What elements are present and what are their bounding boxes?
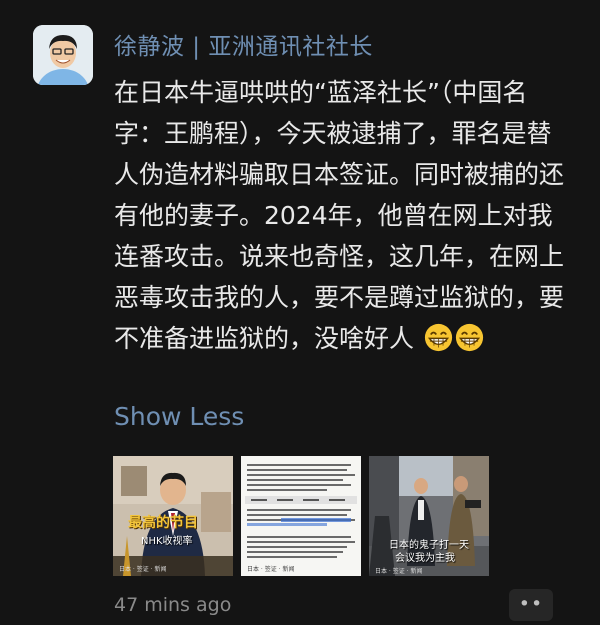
show-less-link[interactable]: Show Less xyxy=(114,402,244,431)
more-dots-icon: •• xyxy=(518,593,544,615)
more-options-button[interactable]: •• xyxy=(509,589,553,621)
image-1-footer: 日本 · 签证 · 新闻 xyxy=(119,566,167,573)
avatar-portrait-icon xyxy=(33,25,93,85)
image-2-footer: 日本 · 签证 · 新闻 xyxy=(247,566,295,573)
grinning-face-icon xyxy=(455,323,484,352)
image-3-footer: 日本 · 签证 · 新闻 xyxy=(375,568,423,575)
post-timestamp: 47 mins ago xyxy=(114,594,232,616)
post-image-1[interactable]: 最高的节目 NHK收视率 日本 · 签证 · 新闻 xyxy=(113,456,233,576)
grinning-face-icon xyxy=(424,323,453,352)
author-name[interactable]: 徐静波 | 亚洲通讯社社长 xyxy=(114,27,373,61)
post-text: 在日本牛逼哄哄的“蓝泽社长”（中国名字：王鹏程），今天被逮捕了，罪名是替人伪造材… xyxy=(114,72,569,359)
post-image-3[interactable]: 日本的鬼子打一天 会议我为主我 日本 · 签证 · 新闻 xyxy=(369,456,489,576)
image-1-caption-top: 最高的节目 xyxy=(128,515,198,531)
image-1-caption-bottom: NHK收视率 xyxy=(141,536,193,547)
image-3-caption-bottom: 会议我为主我 xyxy=(395,553,455,564)
post-body: 在日本牛逼哄哄的“蓝泽社长”（中国名字：王鹏程），今天被逮捕了，罪名是替人伪造材… xyxy=(114,78,565,353)
avatar[interactable] xyxy=(33,25,93,85)
document-screenshot-icon xyxy=(241,456,361,576)
post-image-2[interactable]: 日本 · 签证 · 新闻 xyxy=(241,456,361,576)
